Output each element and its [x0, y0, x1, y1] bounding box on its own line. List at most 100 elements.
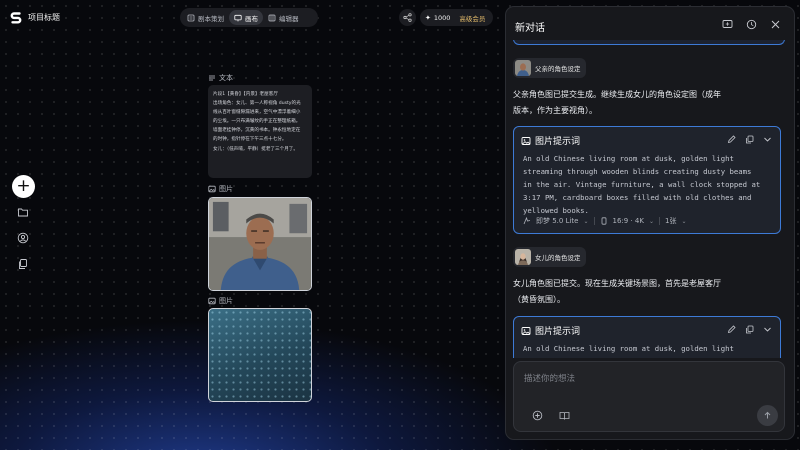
divider [659, 217, 660, 225]
message-line: 父亲角色图已提交生成。继续生成女儿的角色设定图（成年 [513, 90, 721, 99]
project-title[interactable]: 项目标题 [28, 12, 60, 23]
image-icon [521, 326, 531, 335]
history-icon[interactable] [746, 19, 757, 30]
book-icon[interactable] [559, 410, 570, 421]
prompt-card-header: 图片提示词 [521, 324, 580, 337]
tab-editor-label: 编辑器 [279, 14, 299, 23]
text-line: 女儿：（低声喃，平静）挺老了三个月了。 [213, 146, 298, 152]
message-line: 版本，作为主要视角）。 [513, 105, 597, 115]
membership-label: 高级会员 [459, 14, 486, 23]
message-composer[interactable]: 描述你的想法 [513, 361, 785, 432]
message-line: 女儿角色图已提交。现在生成关键场景图，首先是老屋客厅 [513, 279, 721, 288]
character-icon[interactable] [17, 232, 29, 244]
copy-icon[interactable] [745, 135, 754, 144]
assistant-message: 父亲角色图已提交生成。继续生成女儿的角色设定图（成年 版本，作为主要视角）。 [513, 87, 778, 118]
prompt-line: 3:17 PM, cardboard boxes filled with old… [523, 193, 752, 203]
text-node-card[interactable]: 片段1【黄昏】【内景】老屋客厅 出场角色：女儿、第一人称视角 dusty的光 线… [208, 85, 312, 178]
image-icon [208, 185, 216, 193]
arrow-up-icon [764, 411, 771, 419]
folder-icon[interactable] [17, 206, 29, 218]
prompt-card-title: 图片提示词 [535, 327, 581, 337]
daughter-role-chip[interactable]: 女儿的角色设定 [513, 247, 586, 267]
tab-script-label: 剧本策划 [198, 14, 224, 23]
prompt-line: in the air. Vintage furniture, a wall cl… [523, 180, 761, 190]
chevron-down-icon: ⌄ [681, 217, 687, 225]
chevron-down-icon[interactable] [763, 135, 772, 144]
chat-title: 新对话 [515, 23, 545, 34]
prompt-line: streaming through wooden blinds creating… [523, 167, 752, 177]
prompt-card-header: 图片提示词 [521, 134, 580, 147]
image-icon [521, 136, 531, 145]
prompt-card[interactable]: 图片提示词 An old Chinese living room at dusk… [513, 126, 781, 234]
sparkle-icon: ✦ [425, 13, 431, 22]
text-lines-icon [209, 75, 215, 81]
prompt-text: An old Chinese living room at dusk, gold… [523, 342, 778, 355]
tab-editor[interactable]: 编辑器 [263, 10, 304, 25]
chevron-down-icon: ⌄ [583, 217, 589, 225]
prompt-card[interactable]: 图片提示词 An old Chinese living room at dusk… [513, 316, 781, 358]
tab-canvas[interactable]: 画布 [229, 10, 263, 25]
add-node-button[interactable]: + [12, 175, 35, 198]
text-line: 墙面老挂钟停，沉黄的书本。钟永恒地定在 [213, 128, 301, 134]
prompt-line: An old Chinese living room at dusk, gold… [523, 344, 734, 353]
divider [593, 217, 595, 225]
editor-icon [268, 14, 276, 21]
image-node-card[interactable] [208, 197, 312, 291]
placeholder-node-label: 图片 [208, 296, 233, 306]
text-line: 出场角色：女儿、第一人称视角 dusty的光 [213, 101, 301, 107]
chevron-down-icon: ⌄ [648, 217, 654, 225]
tab-canvas-label: 画布 [245, 14, 258, 23]
add-circle-icon[interactable] [532, 410, 543, 421]
prompt-line: An old Chinese living room at dusk, gold… [523, 154, 734, 163]
new-chat-icon[interactable] [722, 19, 733, 30]
model-select[interactable]: 即梦 5.0 Lite [536, 216, 578, 226]
text-node-title: 文本 [219, 74, 233, 82]
script-icon [187, 14, 195, 21]
tab-script[interactable]: 剧本策划 [182, 10, 229, 25]
chat-messages[interactable]: 父亲的角色设定 父亲角色图已提交生成。继续生成女儿的角色设定图（成年 版本，作为… [506, 40, 794, 358]
composer-input[interactable]: 描述你的想法 [524, 372, 575, 384]
credits-value: 1000 [433, 13, 451, 22]
edit-icon[interactable] [727, 135, 736, 144]
chip-label: 女儿的角色设定 [535, 254, 581, 262]
assistant-message: 女儿角色图已提交。现在生成关键场景图，首先是老屋客厅 （黄昏氛围）。 [513, 276, 778, 307]
canvas-icon [234, 14, 242, 21]
model-icon [523, 217, 531, 225]
ratio-select[interactable]: 16:9 · 4K [613, 217, 644, 225]
text-node-label: 文本 [208, 73, 233, 83]
father-role-chip[interactable]: 父亲的角色设定 [513, 58, 586, 78]
previous-card-edge [513, 40, 785, 45]
image-icon [208, 297, 216, 305]
credits-badge[interactable]: ✦ 1000 高级会员 [420, 9, 493, 26]
father-avatar [515, 60, 531, 76]
daughter-avatar [515, 249, 531, 265]
text-line: 的尘埃。一只布满皱纹的手正在整理纸箱。 [213, 119, 301, 125]
prompt-card-title: 图片提示词 [535, 137, 581, 147]
edit-icon[interactable] [727, 325, 736, 334]
share-icon [403, 13, 412, 22]
image-placeholder-card[interactable] [208, 308, 312, 402]
view-tabs: 剧本策划 画布 编辑器 [180, 8, 318, 27]
text-line: 的时钟，指针停在下午三点十七分。 [213, 137, 287, 143]
image-node-title: 图片 [219, 185, 233, 193]
image-node-label: 图片 [208, 184, 233, 194]
chevron-down-icon[interactable] [763, 325, 772, 334]
plus-icon: + [16, 176, 31, 196]
copy-icon[interactable] [745, 325, 754, 334]
prompt-text: An old Chinese living room at dusk, gold… [523, 152, 778, 217]
father-portrait-image [209, 198, 311, 290]
text-line: 线从百叶窗缝隙漏进来，空气中漂浮着细小 [213, 110, 301, 116]
share-button[interactable] [399, 9, 416, 26]
message-line: （黄昏氛围）。 [513, 294, 565, 304]
prompt-card-settings: 即梦 5.0 Lite ⌄ 16:9 · 4K ⌄ 1张 ⌄ [523, 216, 687, 226]
text-line: 片段1【黄昏】【内景】老屋客厅 [213, 92, 278, 97]
close-icon[interactable] [770, 19, 781, 30]
count-select[interactable]: 1张 [665, 216, 676, 226]
app-logo-icon[interactable] [9, 11, 23, 25]
send-button[interactable] [757, 405, 778, 426]
aspect-ratio-icon [601, 217, 606, 225]
chat-panel: 新对话 父亲的角色设定 父亲角色图已提交生成。继续生成女儿的角色设定图（成年 版… [505, 6, 795, 440]
chip-label: 父亲的角色设定 [535, 65, 581, 73]
copy-icon[interactable] [17, 258, 29, 270]
placeholder-node-title: 图片 [219, 297, 233, 305]
